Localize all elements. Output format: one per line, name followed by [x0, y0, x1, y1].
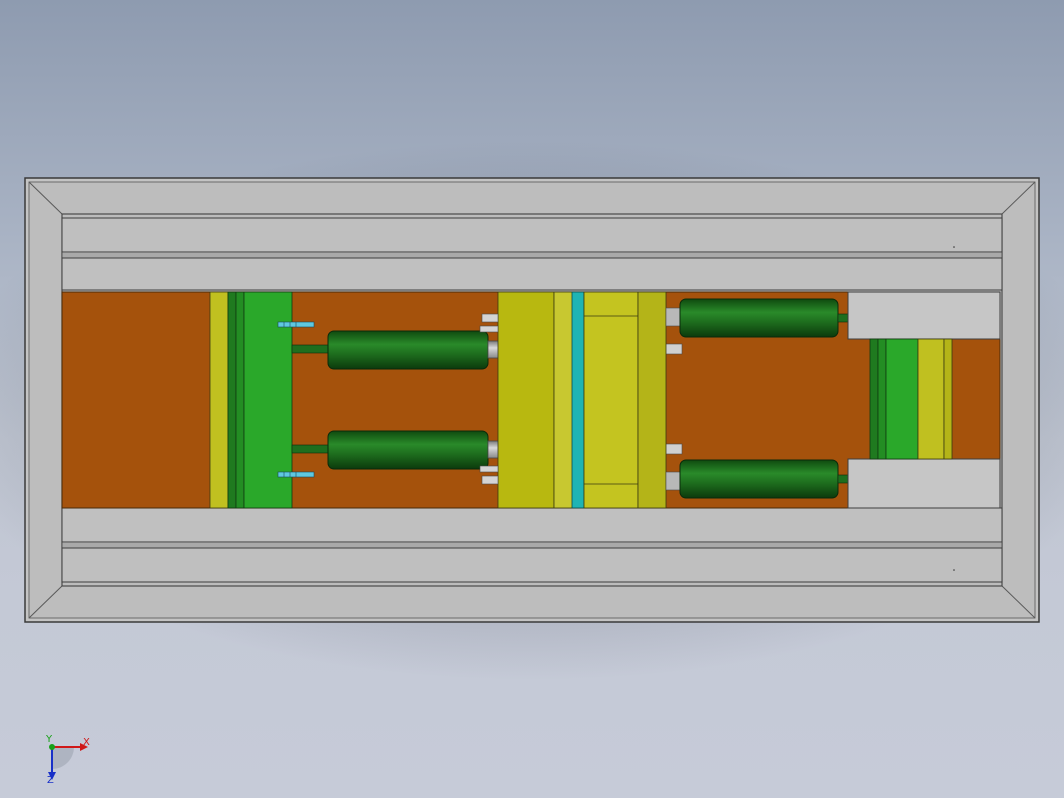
- ejector-plate-right[interactable]: [869, 338, 953, 460]
- support-block-lower-right[interactable]: [847, 458, 1001, 509]
- bolt-bottom-left[interactable]: [277, 471, 315, 478]
- support-block-upper-right[interactable]: [847, 291, 1001, 340]
- reference-triad[interactable]: X Y Z: [45, 734, 90, 786]
- cad-graphics-viewport[interactable]: X Y Z: [0, 0, 1064, 798]
- triad-x-label: X: [83, 737, 90, 748]
- triad-z-label: Z: [47, 775, 54, 786]
- cad-model-canvas[interactable]: X Y Z: [0, 0, 1064, 798]
- bolt-top-left[interactable]: [277, 321, 315, 328]
- sketch-point-upper: [953, 246, 955, 248]
- top-rails[interactable]: [61, 217, 1003, 291]
- triad-y-label: Y: [45, 734, 53, 745]
- triad-shade: [52, 747, 74, 769]
- center-mold-plates[interactable]: [497, 291, 667, 509]
- hydraulic-cylinder-lower-right[interactable]: [665, 459, 849, 499]
- hydraulic-cylinder-upper-right[interactable]: [665, 298, 849, 338]
- bottom-rails[interactable]: [61, 507, 1003, 583]
- sketch-point-lower: [953, 569, 955, 571]
